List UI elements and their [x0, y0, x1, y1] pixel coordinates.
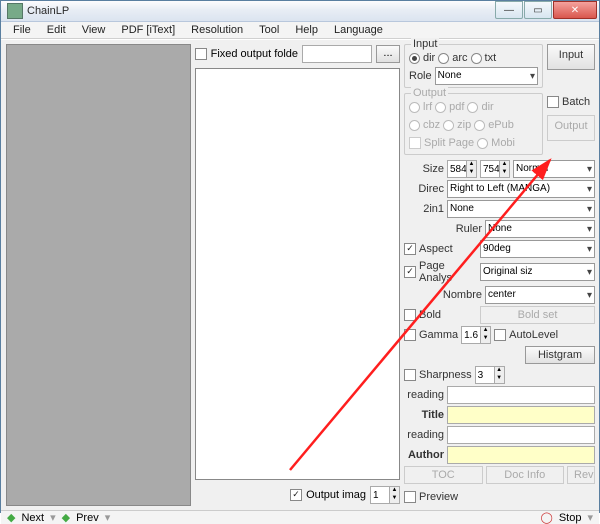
- size-label: Size: [404, 163, 444, 175]
- reading1-label: reading: [404, 389, 444, 401]
- aspect-select[interactable]: 90deg: [480, 240, 595, 258]
- sharpness-spin[interactable]: ▲▼: [475, 366, 505, 384]
- size-h-spin[interactable]: ▲▼: [480, 160, 510, 178]
- next-button[interactable]: Next: [21, 512, 44, 524]
- menu-help[interactable]: Help: [289, 22, 324, 38]
- autolevel-checkbox[interactable]: [494, 329, 506, 341]
- docinfo-button: Doc Info: [486, 466, 565, 484]
- prev-button[interactable]: Prev: [76, 512, 99, 524]
- browse-folder-button[interactable]: ...: [376, 45, 400, 63]
- aspect-label: Aspect: [419, 243, 477, 255]
- maximize-button[interactable]: ▭: [524, 1, 552, 19]
- nombre-select[interactable]: center: [485, 286, 595, 304]
- out-zip-radio: [443, 120, 454, 131]
- output-image-spin[interactable]: ▲▼: [370, 486, 400, 504]
- output-image-label: Output imag: [306, 489, 366, 501]
- menu-edit[interactable]: Edit: [41, 22, 72, 38]
- twoin1-label: 2in1: [404, 203, 444, 215]
- sharpness-checkbox[interactable]: [404, 369, 416, 381]
- preview-panel: [6, 44, 191, 506]
- fixed-output-folder-checkbox[interactable]: [195, 48, 207, 60]
- author-input[interactable]: [447, 446, 595, 464]
- reading2-input[interactable]: [447, 426, 595, 444]
- reading2-label: reading: [404, 429, 444, 441]
- gamma-spin[interactable]: ▲▼: [461, 326, 491, 344]
- ruler-select[interactable]: None: [485, 220, 595, 238]
- aspect-checkbox[interactable]: [404, 243, 416, 255]
- out-pdf-radio: [435, 102, 446, 113]
- page-select[interactable]: Original siz: [480, 263, 595, 281]
- split-page-checkbox: [409, 137, 421, 149]
- out-cbz-radio: [409, 120, 420, 131]
- nombre-label: Nombre: [404, 289, 482, 301]
- out-epub-radio: [474, 120, 485, 131]
- out-dir-radio: [467, 102, 478, 113]
- gamma-label: Gamma: [419, 329, 458, 341]
- menu-language[interactable]: Language: [328, 22, 389, 38]
- reading1-input[interactable]: [447, 386, 595, 404]
- rev-button: Rev: [567, 466, 595, 484]
- window-title: ChainLP: [27, 5, 494, 17]
- out-lrf-radio: [409, 102, 420, 113]
- sharpness-label: Sharpness: [419, 369, 472, 381]
- output-button: Output: [547, 115, 595, 141]
- bold-checkbox[interactable]: [404, 309, 416, 321]
- menubar: File Edit View PDF [iText] Resolution To…: [1, 22, 599, 39]
- menu-pdf[interactable]: PDF [iText]: [115, 22, 181, 38]
- direc-select[interactable]: Right to Left (MANGA): [447, 180, 595, 198]
- fixed-output-folder-label: Fixed output folde: [211, 48, 298, 60]
- twoin1-select[interactable]: None: [447, 200, 595, 218]
- file-list[interactable]: [195, 68, 400, 480]
- size-w-spin[interactable]: ▲▼: [447, 160, 477, 178]
- bold-set-button: Bold set: [480, 306, 595, 324]
- role-select[interactable]: None: [435, 67, 538, 85]
- direc-label: Direc: [404, 183, 444, 195]
- role-label: Role: [409, 70, 432, 82]
- menu-tool[interactable]: Tool: [253, 22, 285, 38]
- title-input[interactable]: [447, 406, 595, 424]
- page-checkbox[interactable]: [404, 266, 416, 278]
- output-group-title: Output: [411, 87, 448, 99]
- preview-checkbox[interactable]: [404, 491, 416, 503]
- batch-checkbox[interactable]: [547, 96, 559, 108]
- page-label: Page Analys: [419, 260, 477, 284]
- gamma-checkbox[interactable]: [404, 329, 416, 341]
- app-icon: [7, 3, 23, 19]
- fixed-output-folder-input[interactable]: [302, 45, 372, 63]
- menu-file[interactable]: File: [7, 22, 37, 38]
- input-dir-radio[interactable]: [409, 53, 420, 64]
- size-mode-select[interactable]: Normal: [513, 160, 595, 178]
- ruler-label: Ruler: [404, 223, 482, 235]
- close-button[interactable]: ✕: [553, 1, 597, 19]
- toc-button: TOC: [404, 466, 483, 484]
- statusbar: ◆ Next ▾ ◆ Prev ▾ ◯ Stop ▾: [1, 510, 599, 524]
- minimize-button[interactable]: —: [495, 1, 523, 19]
- output-image-checkbox[interactable]: [290, 489, 302, 501]
- out-mobi-radio: [477, 138, 488, 149]
- author-label: Author: [404, 449, 444, 461]
- stop-button[interactable]: Stop: [559, 512, 582, 524]
- input-button[interactable]: Input: [547, 44, 595, 70]
- preview-label: Preview: [419, 491, 458, 503]
- menu-view[interactable]: View: [76, 22, 112, 38]
- histgram-button[interactable]: Histgram: [525, 346, 595, 364]
- input-txt-radio[interactable]: [471, 53, 482, 64]
- menu-resolution[interactable]: Resolution: [185, 22, 249, 38]
- input-group-title: Input: [411, 38, 439, 50]
- title-label: Title: [404, 409, 444, 421]
- autolevel-label: AutoLevel: [509, 329, 558, 341]
- bold-label: Bold: [419, 309, 477, 321]
- titlebar: ChainLP — ▭ ✕: [1, 1, 599, 22]
- input-arc-radio[interactable]: [438, 53, 449, 64]
